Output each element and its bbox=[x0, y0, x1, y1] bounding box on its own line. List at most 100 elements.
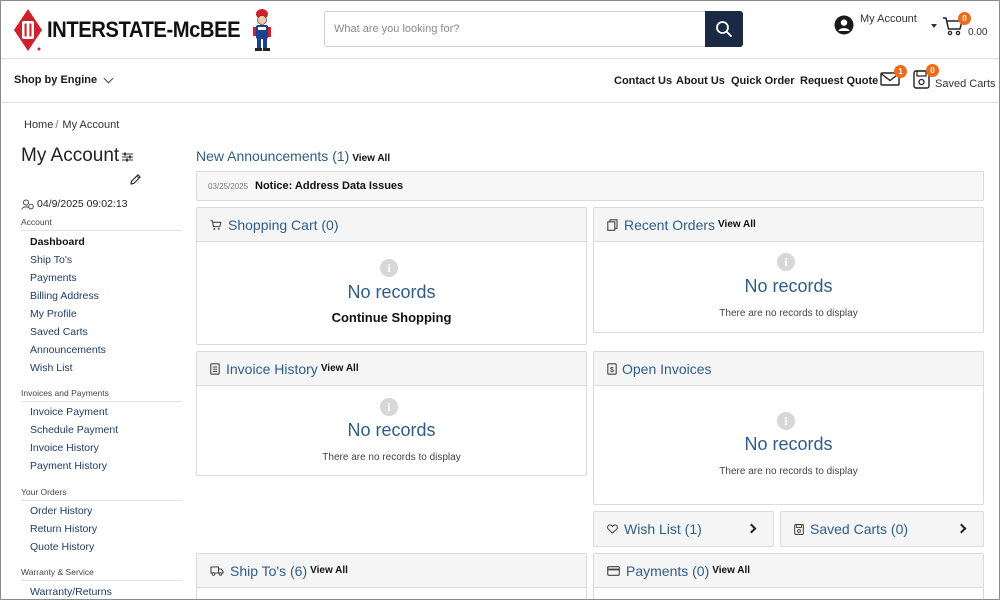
search-input[interactable] bbox=[325, 12, 705, 46]
shopping-cart-title[interactable]: Shopping Cart (0) bbox=[228, 217, 339, 233]
card-header: Recent Orders View All bbox=[594, 208, 983, 242]
nav-link-request-quote[interactable]: Request Quote bbox=[800, 75, 878, 87]
sidebar-section-label: Your Orders bbox=[21, 487, 182, 501]
empty-state-text: No records bbox=[744, 434, 833, 454]
user-icon bbox=[834, 15, 854, 35]
sidebar-item-dashboard[interactable]: Dashboard bbox=[30, 236, 85, 248]
pencil-icon[interactable] bbox=[129, 173, 142, 186]
heart-icon bbox=[607, 524, 618, 534]
card-header: Shopping Cart (0) bbox=[197, 208, 586, 242]
sidebar-item-order-history[interactable]: Order History bbox=[30, 505, 92, 517]
breadcrumb-home[interactable]: Home bbox=[24, 119, 53, 131]
info-icon: i bbox=[777, 253, 795, 271]
sidebar-item-announcements[interactable]: Announcements bbox=[30, 344, 106, 356]
messages-count-badge: 1 bbox=[894, 65, 907, 78]
nav-link-about-us[interactable]: About Us bbox=[676, 75, 725, 87]
history-icon bbox=[21, 199, 34, 210]
recent-orders-title[interactable]: Recent Orders bbox=[624, 217, 715, 233]
ship-tos-title[interactable]: Ship To's (6) bbox=[230, 563, 307, 579]
announcements-header: New Announcements (1) View All bbox=[196, 148, 390, 164]
brand-logo[interactable]: INTERSTATE-McBEE bbox=[13, 7, 275, 53]
ship-tos-view-all[interactable]: View All bbox=[310, 565, 348, 576]
empty-state-text: No records bbox=[744, 276, 833, 296]
recent-orders-card: Recent Orders View All i No records Ther… bbox=[593, 207, 984, 333]
sidebar-section-label: Invoices and Payments bbox=[21, 388, 182, 402]
saved-carts-card[interactable]: Saved Carts (0) bbox=[780, 511, 984, 547]
invoice-history-view-all[interactable]: View All bbox=[321, 363, 359, 374]
last-login-time: 04/9/2025 09:02:13 bbox=[37, 198, 128, 210]
search-button[interactable] bbox=[705, 11, 743, 47]
info-icon: i bbox=[380, 259, 398, 277]
page-frame: INTERSTATE-McBEE What are you looking fo… bbox=[0, 0, 1000, 600]
card-header: Invoice History View All bbox=[197, 352, 586, 386]
saved-carts-label[interactable]: Saved Carts bbox=[935, 78, 996, 90]
empty-state-text: No records bbox=[347, 282, 436, 302]
sidebar-item-payment-history[interactable]: Payment History bbox=[30, 460, 107, 472]
sidebar-item-quote-history[interactable]: Quote History bbox=[30, 541, 94, 553]
saved-carts-count-badge: 0 bbox=[926, 64, 939, 77]
invoice-history-card: Invoice History View All i No records Th… bbox=[196, 351, 587, 476]
breadcrumb-current: My Account bbox=[62, 119, 120, 131]
info-icon: i bbox=[777, 412, 795, 430]
sidebar-item-saved-carts[interactable]: Saved Carts bbox=[30, 326, 88, 338]
chevron-right-icon bbox=[956, 523, 967, 534]
recent-orders-view-all[interactable]: View All bbox=[718, 219, 756, 230]
last-login: 04/9/2025 09:02:13 bbox=[21, 198, 128, 210]
empty-state-subtext: There are no records to display bbox=[322, 452, 461, 463]
logo-text: INTERSTATE-McBEE bbox=[47, 17, 241, 42]
mascot-icon bbox=[252, 9, 271, 51]
saved-cart-icon bbox=[794, 523, 804, 535]
site-header: INTERSTATE-McBEE What are you looking fo… bbox=[1, 1, 999, 59]
cart-count-badge: 0 bbox=[958, 12, 971, 25]
announcements-view-all[interactable]: View All bbox=[352, 153, 390, 164]
payments-view-all[interactable]: View All bbox=[712, 565, 750, 576]
orders-icon bbox=[607, 218, 618, 231]
nav-bar: Shop by Engine Contact Us About Us Quick… bbox=[1, 59, 999, 103]
account-label: My Account bbox=[860, 13, 917, 25]
shop-by-engine-label: Shop by Engine bbox=[14, 74, 98, 86]
announcements-title[interactable]: New Announcements (1) bbox=[196, 148, 349, 164]
announcement-text[interactable]: Notice: Address Data Issues bbox=[255, 180, 403, 192]
nav-link-contact-us[interactable]: Contact Us bbox=[614, 75, 672, 87]
sidebar-item-ship-to-s[interactable]: Ship To's bbox=[30, 254, 72, 266]
payments-title[interactable]: Payments (0) bbox=[626, 563, 709, 579]
breadcrumb-separator: / bbox=[55, 119, 59, 131]
empty-state-text: No records bbox=[347, 420, 436, 440]
chevron-down-icon bbox=[930, 24, 937, 28]
chevron-right-icon bbox=[746, 523, 757, 534]
sidebar-section-label: Warranty & Service bbox=[21, 567, 182, 581]
card-header: Payments (0) View All bbox=[594, 554, 983, 588]
card-icon bbox=[607, 565, 620, 576]
sidebar-item-warranty-returns[interactable]: Warranty/Returns bbox=[30, 586, 112, 598]
sidebar-item-billing-address[interactable]: Billing Address bbox=[30, 290, 99, 302]
sidebar-item-return-history[interactable]: Return History bbox=[30, 523, 97, 535]
info-icon: i bbox=[380, 398, 398, 416]
invoice-history-title[interactable]: Invoice History bbox=[226, 361, 318, 377]
account-menu[interactable]: My Account bbox=[834, 13, 937, 35]
nav-link-quick-order[interactable]: Quick Order bbox=[731, 75, 795, 87]
sidebar-item-my-profile[interactable]: My Profile bbox=[30, 308, 77, 320]
search-icon bbox=[716, 21, 732, 37]
payments-card: Payments (0) View All bbox=[593, 553, 984, 599]
sidebar-item-invoice-payment[interactable]: Invoice Payment bbox=[30, 406, 108, 418]
shop-by-engine-dropdown[interactable]: Shop by Engine bbox=[14, 73, 114, 86]
wish-list-card[interactable]: Wish List (1) bbox=[593, 511, 774, 547]
announcement-item[interactable]: 03/25/2025 Notice: Address Data Issues bbox=[196, 171, 984, 201]
ship-tos-card: Ship To's (6) View All bbox=[196, 553, 587, 599]
sidebar-item-wish-list[interactable]: Wish List bbox=[30, 362, 73, 374]
search-bar bbox=[324, 11, 743, 47]
continue-shopping-button[interactable]: Continue Shopping bbox=[197, 310, 586, 325]
sidebar-item-payments[interactable]: Payments bbox=[30, 272, 77, 284]
announcement-date: 03/25/2025 bbox=[208, 182, 249, 191]
card-header: Ship To's (6) View All bbox=[197, 554, 586, 588]
settings-sliders-icon[interactable] bbox=[122, 152, 133, 162]
sidebar-item-invoice-history[interactable]: Invoice History bbox=[30, 442, 99, 454]
sidebar-item-schedule-payment[interactable]: Schedule Payment bbox=[30, 424, 118, 436]
svg-text:$: $ bbox=[610, 367, 614, 374]
empty-state-subtext: There are no records to display bbox=[719, 308, 858, 319]
cart-icon bbox=[210, 219, 222, 230]
breadcrumb: Home / My Account bbox=[24, 119, 119, 131]
open-invoices-title[interactable]: Open Invoices bbox=[622, 361, 712, 377]
saved-carts-title: Saved Carts (0) bbox=[810, 521, 909, 537]
logo-diamond-icon bbox=[14, 9, 42, 51]
